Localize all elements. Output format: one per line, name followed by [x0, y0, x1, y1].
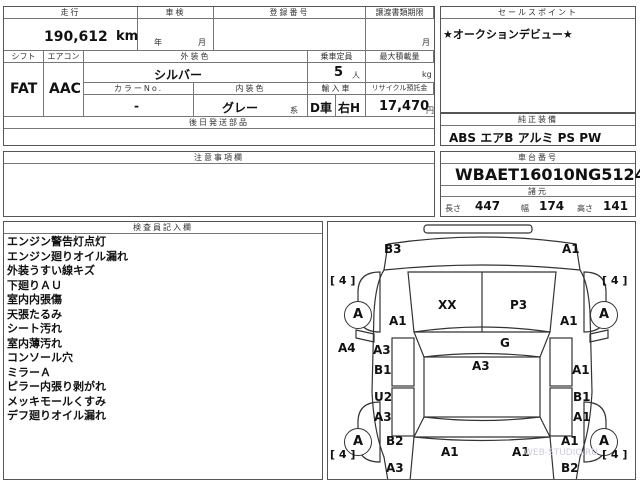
damage-u2: U2: [374, 390, 393, 404]
watermark-text: WEB-STUDIO.RU: [524, 448, 598, 458]
chassis-box: 車台番号 WBAET16010NG51246 諸元 長さ 447 幅 174 高…: [440, 151, 640, 217]
inspector-line: デフ廻りオイル漏れ: [7, 409, 106, 422]
inspection-label: 車検: [138, 7, 214, 19]
shift-value: FAT: [10, 81, 38, 97]
aircon-label: エアコン: [44, 51, 84, 63]
capacity-value: 5: [334, 65, 344, 80]
bracket-bottom-right: [ 4 ]: [602, 448, 628, 461]
sales-point-text: ★オークションデビュー★: [443, 28, 573, 41]
inspector-line: 室内薄汚れ: [7, 336, 62, 350]
registration-cell: [214, 19, 366, 51]
mileage-value: 190,612: [44, 29, 108, 45]
damage-b2-left: B2: [386, 434, 404, 448]
sales-point-box: セールスポイント ★オークションデビュー★: [440, 6, 636, 113]
chassis-value: WBAET16010NG51246: [455, 165, 640, 184]
genuine-equipment-box: 純正装備 ABS エアB アルミ PS PW: [440, 113, 636, 146]
aftermarket-label: 後日発送部品: [4, 117, 434, 129]
damage-p3: P3: [510, 298, 528, 312]
length-value: 447: [475, 199, 501, 213]
import-value: D車: [310, 101, 332, 115]
recycle-unit: 円: [426, 106, 434, 115]
damage-a3-left-upper: A3: [373, 343, 391, 357]
color-no-value: -: [134, 99, 139, 113]
damage-b1-left: B1: [374, 363, 392, 377]
damage-a1-right-rear: A1: [561, 434, 579, 448]
damage-b3: B3: [384, 242, 402, 256]
damage-a4: A4: [338, 341, 356, 355]
month-unit: 月: [198, 38, 206, 47]
bracket-top-left: [ 4 ]: [330, 274, 356, 287]
length-label: 長さ: [445, 204, 461, 213]
genuine-value: ABS エアB アルミ PS PW: [449, 131, 602, 145]
inspector-line: 下廻りＡＵ: [7, 278, 62, 292]
inspector-line: エンジン廻りオイル漏れ: [7, 249, 128, 263]
damage-a1-right-lower: A1: [573, 410, 591, 424]
width-label: 幅: [521, 204, 529, 213]
year-unit: 年: [154, 38, 162, 47]
inspector-line: 天張たるみ: [7, 307, 62, 321]
vehicle-info-box: 走行 車検 登録番号 譲渡書類期限 190,612 km 年 月 月 シフト エ…: [3, 6, 435, 146]
mileage-label: 走行: [4, 7, 138, 19]
mileage-unit: km: [116, 29, 139, 44]
bracket-top-right: [ 4 ]: [602, 274, 628, 287]
damage-a1-front-left: A1: [389, 314, 407, 328]
height-label: 高さ: [577, 204, 593, 213]
inspector-line: 室内内張傷: [7, 293, 62, 306]
dimensions-label: 諸元: [441, 185, 635, 197]
damage-xx: XX: [438, 298, 457, 312]
damage-a1-front-right: A1: [560, 314, 578, 328]
capacity-unit: 人: [352, 71, 360, 80]
damage-b2-bottom-right: B2: [561, 461, 579, 475]
shift-label: シフト: [4, 51, 44, 63]
damage-a1-rear-left: A1: [441, 445, 459, 459]
inspector-lines: エンジン警告灯点灯 エンジン廻りオイル漏れ 外装うすい線キズ 下廻りＡＵ 室内内…: [7, 235, 128, 424]
inspector-line: エンジン警告灯点灯: [7, 235, 106, 248]
inspector-notes-box: 検査員記入欄 エンジン警告灯点灯 エンジン廻りオイル漏れ 外装うすい線キズ 下廻…: [3, 221, 323, 480]
car-damage-diagram: B3 A1 [ 4 ] [ 4 ] A A A A A1 XX P3 A1 G …: [327, 221, 636, 480]
damage-a1-top-right: A1: [562, 242, 580, 256]
wheel-front-right: A: [590, 301, 618, 329]
width-value: 174: [539, 199, 565, 213]
inspector-label: 検査員記入欄: [4, 222, 322, 234]
genuine-label: 純正装備: [441, 114, 635, 126]
registration-label: 登録番号: [214, 7, 366, 19]
damage-g: G: [500, 336, 510, 350]
recycle-value: 17,470: [379, 99, 430, 114]
recycle-label: リサイクル預託金: [366, 83, 434, 95]
height-value: 141: [603, 199, 629, 213]
interior-color-value: グレー: [222, 101, 259, 115]
damage-b1-right: B1: [573, 390, 591, 404]
inspector-line: 外装うすい線キズ: [7, 264, 95, 277]
inspector-line: ピラー内張り剥がれ: [7, 380, 106, 393]
aircon-value: AAC: [49, 81, 81, 97]
import-label: 輸入車: [308, 83, 366, 95]
color-no-cell: [84, 95, 194, 117]
color-no-label: カラーNo.: [84, 83, 194, 95]
max-load-label: 最大積載量: [366, 51, 434, 63]
wheel-front-left: A: [344, 301, 372, 329]
interior-suffix: 系: [290, 106, 298, 115]
damage-a3-center: A3: [472, 359, 490, 373]
damage-a1-right-mid: A1: [572, 363, 590, 377]
caution-label: 注意事項欄: [4, 152, 434, 164]
transfer-deadline-label: 譲渡書類期限: [366, 7, 434, 19]
transfer-month-unit: 月: [422, 38, 430, 47]
exterior-color-value: シルバー: [154, 68, 203, 82]
sales-point-label: セールスポイント: [441, 7, 635, 19]
steering-value: 右H: [338, 101, 361, 115]
inspector-line: シート汚れ: [7, 322, 62, 335]
load-unit: kg: [422, 70, 432, 79]
inspector-line: メッキモールくすみ: [7, 394, 106, 408]
inspector-line: コンソール穴: [7, 351, 73, 364]
damage-a3-left-lower: A3: [374, 410, 392, 424]
damage-a3-bottom: A3: [386, 461, 404, 475]
bracket-bottom-left: [ 4 ]: [330, 448, 356, 461]
exterior-color-label: 外装色: [84, 51, 308, 63]
capacity-label: 乗車定員: [308, 51, 366, 63]
exterior-color-sub: [262, 63, 308, 83]
caution-notes-box: 注意事項欄: [3, 151, 435, 217]
inspector-line: ミラーＡ: [7, 365, 51, 379]
interior-color-label: 内装色: [194, 83, 308, 95]
chassis-label: 車台番号: [441, 152, 635, 164]
